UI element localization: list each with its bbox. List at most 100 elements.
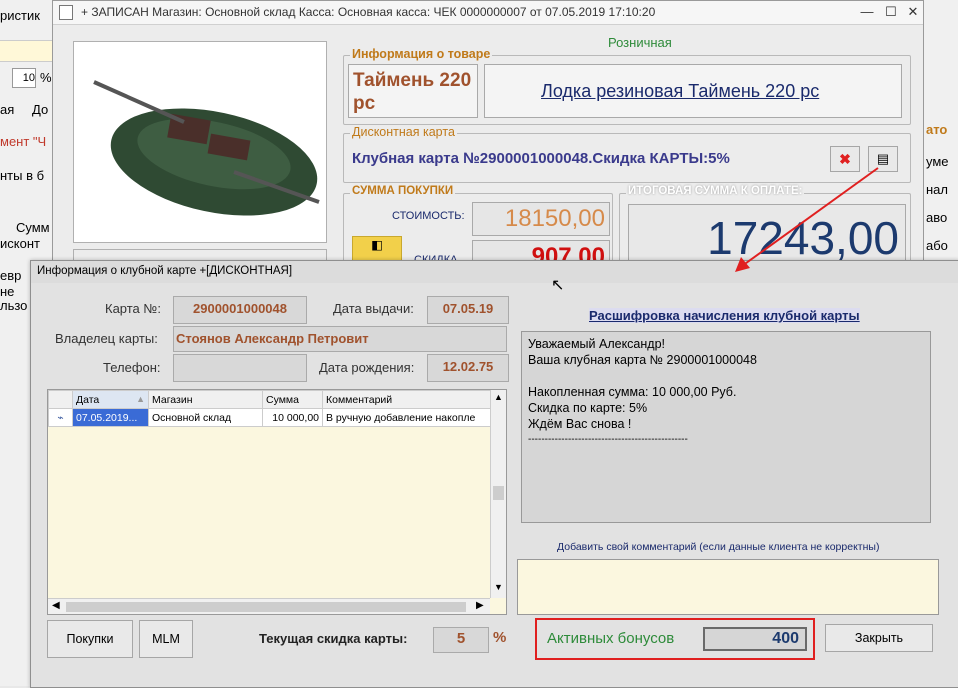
bg-text: ато [926, 122, 948, 137]
close-icon: ✖ [839, 151, 851, 167]
bg-text: мент "Ч [0, 134, 47, 149]
total-value: 17243,00 [707, 212, 899, 264]
cost-box: 18150,00 [472, 202, 610, 236]
club-card-dialog: Информация о клубной карте +[ДИСКОНТНАЯ]… [30, 260, 958, 688]
bg-text: або [926, 238, 948, 253]
product-info-label: Информация о товаре [350, 47, 493, 61]
minimize-button[interactable]: — [857, 3, 877, 21]
card-info-button[interactable]: ▤ [868, 146, 898, 172]
product-info-group: Информация о товаре Таймень 220 рс Лодка… [343, 47, 911, 125]
document-icon [59, 5, 73, 20]
message-line: Скидка по карте: 5% [528, 401, 648, 415]
phone-label: Телефон: [103, 360, 161, 375]
mlm-button[interactable]: MLM [139, 620, 193, 658]
maximize-button[interactable]: ☐ [881, 3, 901, 21]
owner-field[interactable]: Стоянов Александр Петровит [173, 326, 507, 352]
bg-tab: ая [0, 102, 15, 117]
bg-text: Сумм [16, 220, 50, 235]
birth-date-label: Дата рождения: [319, 360, 415, 375]
close-dialog-button[interactable]: Закрыть [825, 624, 933, 652]
bg-text: ристик [0, 8, 40, 23]
receipt-window: + ЗАПИСАН Магазин: Основной склад Касса:… [52, 0, 924, 274]
column-header-comment[interactable]: Комментарий [322, 390, 491, 409]
boat-image [93, 80, 320, 216]
comment-input[interactable] [517, 559, 939, 615]
purchase-sum-label: СУММА ПОКУПКИ [350, 185, 456, 197]
horizontal-scrollbar[interactable]: ◀ ▶ [48, 598, 490, 614]
bg-text: не [0, 284, 15, 299]
table-row[interactable]: ⌁ 07.05.2019... Основной склад 10 000,00… [48, 408, 491, 427]
phone-field[interactable] [173, 354, 307, 382]
receipt-title: + ЗАПИСАН Магазин: Основной склад Касса:… [81, 5, 656, 19]
scroll-thumb[interactable] [493, 486, 504, 500]
card-number-field[interactable]: 2900001000048 [173, 296, 307, 324]
birth-date-field[interactable]: 12.02.75 [427, 354, 509, 382]
bg-text: исконт [0, 236, 40, 251]
bg-text: аво [926, 210, 948, 225]
card-number-label: Карта №: [105, 301, 161, 316]
message-line: Уважаемый Александр! [528, 337, 666, 351]
product-image [73, 41, 327, 243]
close-button[interactable]: ✕ [903, 3, 923, 21]
bg-tab: До [32, 102, 49, 117]
product-short-name: Таймень 220 рс [353, 70, 472, 114]
h-scroll-thumb[interactable] [66, 602, 466, 612]
vertical-scrollbar[interactable]: ▲ ▼ [490, 390, 506, 598]
scroll-up-icon[interactable]: ▲ [494, 392, 503, 402]
comment-hint: Добавить свой комментарий (если данные к… [557, 541, 880, 553]
current-discount-value: 5 [433, 627, 489, 653]
scroll-right-icon[interactable]: ▶ [476, 600, 484, 611]
product-short-box: Таймень 220 рс [348, 64, 478, 118]
product-full-box[interactable]: Лодка резиновая Таймень 220 рс [484, 64, 902, 118]
column-header-sum[interactable]: Сумма [262, 390, 323, 409]
message-line: Ждём Вас снова ! [528, 417, 632, 431]
scroll-down-icon[interactable]: ▼ [494, 582, 503, 592]
card-info-icon: ▤ [876, 151, 890, 166]
current-discount-label: Текущая скидка карты: [259, 631, 408, 646]
price-type: Розничная [608, 35, 672, 50]
decode-link[interactable]: Расшифровка начисления клубной карты [589, 308, 860, 323]
remove-card-button[interactable]: ✖ [830, 146, 860, 172]
cost-label: СТОИМОСТЬ: [392, 210, 465, 222]
message-line: ----------------------------------------… [528, 434, 688, 445]
column-header-date[interactable]: Дата ▲ [72, 390, 149, 409]
table-header: Дата ▲ Магазин Сумма Комментарий [48, 390, 491, 409]
bonus-highlight: Активных бонусов 400 [535, 618, 815, 660]
receipt-title-bar: + ЗАПИСАН Магазин: Основной склад Касса:… [53, 1, 923, 25]
message-line: Ваша клубная карта № 2900001000048 [528, 353, 757, 367]
sort-icon: ▲ [136, 393, 145, 404]
dialog-title-bar: Информация о клубной карте +[ДИСКОНТНАЯ] [31, 261, 958, 283]
bg-text: нты в б [0, 168, 45, 183]
scroll-left-icon[interactable]: ◀ [52, 600, 60, 611]
bg-field [0, 40, 60, 62]
owner-label: Владелец карты: [55, 331, 158, 346]
issue-date-label: Дата выдачи: [333, 301, 414, 316]
cell-comment[interactable]: В ручную добавление накопле [322, 408, 491, 427]
active-bonus-value: 400 [703, 627, 807, 651]
column-header-store[interactable]: Магазин [148, 390, 263, 409]
discount-card-label: Дисконтная карта [350, 125, 457, 139]
percent-sign: % [493, 629, 507, 646]
message-line: Накопленная сумма: 10 000,00 Руб. [528, 385, 737, 399]
row-icon: ⌁ [48, 408, 73, 427]
dialog-title: Информация о клубной карте +[ДИСКОНТНАЯ] [37, 265, 293, 277]
cost-value: 18150,00 [504, 205, 605, 232]
mouse-cursor-icon: ↖ [551, 277, 565, 294]
header-corner [48, 390, 73, 409]
message-box[interactable]: Уважаемый Александр! Ваша клубная карта … [521, 331, 931, 523]
product-full-name[interactable]: Лодка резиновая Таймень 220 рс [541, 81, 819, 102]
bg-text: % [40, 70, 52, 85]
history-table[interactable]: Дата ▲ Магазин Сумма Комментарий ⌁ 07.05.… [47, 389, 507, 615]
bg-text: евр [0, 268, 22, 283]
issue-date-field[interactable]: 07.05.19 [427, 296, 509, 324]
cell-date[interactable]: 07.05.2019... [72, 408, 149, 427]
cell-store[interactable]: Основной склад [148, 408, 263, 427]
coupon-icon: ◧ [371, 238, 383, 252]
bg-input: 10 [12, 68, 36, 88]
total-label: ИТОГОВАЯ СУММА К ОПЛАТЕ: [626, 185, 805, 197]
cell-sum[interactable]: 10 000,00 [262, 408, 323, 427]
bg-text: уме [926, 154, 949, 169]
bg-text: нал [926, 182, 948, 197]
discount-card-group: Дисконтная карта Клубная карта №29000010… [343, 125, 911, 183]
purchases-button[interactable]: Покупки [47, 620, 133, 658]
